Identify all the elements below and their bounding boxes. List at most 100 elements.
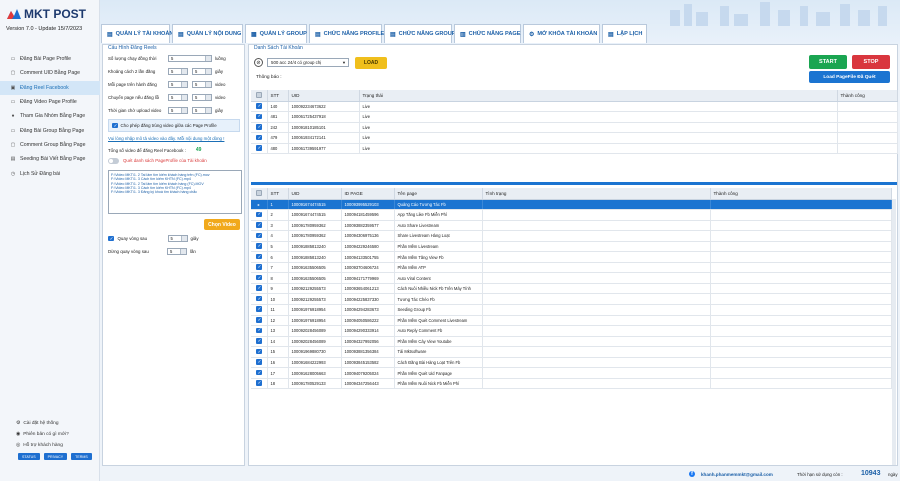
video-file-item[interactable]: F:\Video MKT\1. 3 Đăng ký khoá tìm khách… [111, 190, 239, 194]
table-row[interactable]: 140100092234673622Live [251, 101, 898, 113]
sidebar-item-dang-reel[interactable]: ▣ Đăng Reel Facebook [0, 80, 100, 95]
tab-quan-ly-noi-dung[interactable]: ▤ QUẢN LÝ NỘI DUNG [172, 24, 243, 43]
sidebar-item-dang-video[interactable]: ▭ Đăng Video Page Profile [0, 95, 100, 109]
select-all-checkbox-header[interactable] [251, 188, 268, 200]
row-checkbox[interactable] [256, 103, 262, 109]
row-checkbox[interactable] [256, 338, 262, 344]
privacy-badge[interactable]: PRIVACY [43, 453, 68, 460]
sidebar-item-lich-su[interactable]: ◷ Lịch Sử Đăng bài [0, 166, 100, 180]
row-checkbox-cell[interactable] [251, 336, 268, 348]
table-row[interactable]: 12100091976918954100094050586222Phần Mềm… [251, 315, 892, 327]
panel-splitter[interactable] [251, 182, 897, 185]
tab-mo-khoa-tai-khoan[interactable]: ⚙ MỞ KHÓA TÀI KHOẢN [523, 24, 600, 43]
row-checkbox[interactable] [256, 317, 262, 323]
row-checkbox[interactable] [256, 254, 262, 260]
account-group-select[interactable]: 500 acc 24/4 có group chị ▼ [267, 58, 349, 67]
row-checkbox[interactable] [256, 264, 262, 270]
row-checkbox-cell[interactable] [251, 209, 268, 221]
choose-video-button[interactable]: Chọn Video [204, 219, 240, 230]
table-row[interactable]: 14100092028456089100094327992056Phần Mềm… [251, 336, 892, 348]
row-checkbox[interactable] [256, 380, 262, 386]
page-table-scrollbar[interactable] [892, 199, 896, 465]
column-header[interactable]: Thành công [710, 188, 892, 200]
support-link[interactable]: ◎ Hỗ trợ khách hàng [16, 440, 69, 451]
row-checkbox[interactable] [256, 370, 262, 376]
tab-chuc-nang-profile[interactable]: ▤ CHỨC NĂNG PROFILE [309, 24, 384, 43]
description-guide-link[interactable]: Vui lòng nhập mô tả video vào đây. Mỗi n… [108, 136, 224, 141]
row-checkbox[interactable] [256, 349, 262, 355]
video-file-list[interactable]: F:\Video MKT\1. 2 Tai lâm tìm kiếm khách… [108, 170, 242, 214]
stop-loop-input[interactable]: 5 [167, 248, 187, 255]
status-badge[interactable]: STATUS [18, 453, 40, 460]
row-checkbox[interactable] [256, 233, 262, 239]
table-row[interactable]: 8100091635506505100094171779969Auto Vira… [251, 272, 892, 284]
table-row[interactable]: 16100091684222993100093845153582Cách Đăn… [251, 357, 892, 369]
row-checkbox[interactable] [256, 211, 262, 218]
table-row[interactable]: 3100091780959362100093882359577Auto Shar… [251, 220, 892, 232]
table-row[interactable]: 7100091635506505100093704606724Phần Mềm … [251, 262, 892, 274]
sidebar-item-tham-gia-nhom[interactable]: ● Tham Gia Nhóm Bằng Page [0, 109, 100, 123]
table-row[interactable]: 2100091674474515100094181459596App Tăng … [251, 209, 892, 221]
tab-lap-lich[interactable]: ▤ LẬP LỊCH [602, 24, 647, 43]
loop-input[interactable]: 5 [167, 235, 188, 242]
upload-wait-min-input[interactable]: 5 [168, 107, 188, 114]
column-header[interactable]: UID [288, 90, 360, 102]
row-checkbox[interactable] [256, 296, 262, 302]
table-row[interactable]: 9100092129255573100093654061213Cách Nuôi… [251, 283, 892, 295]
row-checkbox[interactable] [256, 113, 262, 120]
row-checkbox-cell[interactable] [251, 325, 268, 337]
table-row[interactable]: 6100091885813240100094133501755Phần Mềm … [251, 251, 892, 263]
row-checkbox[interactable] [256, 359, 262, 365]
row-checkbox-cell[interactable] [251, 283, 268, 295]
row-checkbox-cell[interactable] [251, 262, 268, 274]
column-header[interactable]: STT [267, 188, 289, 200]
table-row[interactable]: 17100091628005663100094079205024Phần Mềm… [251, 367, 892, 379]
table-row[interactable]: 479100061934172141Live [251, 132, 898, 144]
upload-wait-max-input[interactable]: 5 [192, 107, 212, 114]
table-row[interactable]: 5100091885813240100094229246580Phần Mềm … [251, 241, 892, 253]
threads-input[interactable]: 5 [168, 55, 212, 62]
per-page-min-input[interactable]: 5 [168, 81, 188, 88]
row-checkbox[interactable] [256, 285, 262, 291]
row-checkbox[interactable] [256, 124, 262, 130]
table-row[interactable]: 4100091780959362100094306975136Share Liv… [251, 230, 892, 242]
row-checkbox-cell[interactable] [251, 251, 268, 263]
facebook-icon[interactable]: f [689, 471, 695, 477]
start-button[interactable]: START [809, 55, 847, 69]
table-row[interactable]: 11100091976918954100094294283673Seeding … [251, 304, 892, 316]
allow-duplicate-row[interactable]: Cho phép đăng trùng video giữa các Page … [108, 119, 240, 132]
table-row[interactable]: ▸ 1 100091674474515 100093995529103 Quảng Cá… [251, 199, 892, 211]
row-checkbox-cell[interactable] [251, 367, 268, 379]
select-all-checkbox[interactable] [256, 92, 262, 98]
sidebar-item-dang-bai-group[interactable]: ▭ Đăng Bài Group Bằng Page [0, 123, 100, 137]
row-checkbox-cell[interactable] [251, 293, 268, 305]
row-checkbox[interactable] [256, 327, 262, 334]
row-checkbox[interactable] [256, 135, 262, 141]
load-pagefile-button[interactable]: Load PageFile Đã Quét [809, 71, 890, 83]
row-checkbox[interactable] [256, 222, 262, 228]
table-row[interactable]: 13100092028456089100094290333914Auto Rep… [251, 325, 892, 337]
tab-chuc-nang-group[interactable]: ▤ CHỨC NĂNG GROUP [384, 24, 456, 43]
sidebar-item-seeding[interactable]: ▤ Seeding Bài Viết Bằng Page [0, 152, 100, 166]
table-row[interactable]: 15100091969880730100093881356384Tải Mkts… [251, 346, 892, 358]
scan-pageprofile-toggle[interactable] [108, 158, 119, 164]
row-checkbox-cell[interactable] [251, 220, 268, 232]
column-header[interactable]: Thành công [837, 90, 898, 102]
column-header[interactable]: Tên page [394, 188, 483, 200]
settings-link[interactable]: ⚙ Cài đặt hệ thống [16, 418, 69, 429]
row-checkbox-cell[interactable] [251, 304, 268, 316]
row-checkbox-cell[interactable]: ▸ [251, 199, 268, 211]
column-header[interactable]: STT [267, 90, 289, 102]
select-all-checkbox-header[interactable] [251, 90, 268, 102]
column-header[interactable]: Tình trạng [482, 188, 711, 200]
switch-min-input[interactable]: 5 [168, 94, 188, 101]
table-row[interactable]: 10100092129255573100094225837330Tương Tá… [251, 293, 892, 305]
table-row[interactable]: 242100091810185101Live [251, 122, 898, 134]
terms-badge[interactable]: TERMS [71, 453, 92, 460]
filter-icon[interactable]: ⊘ [254, 58, 263, 67]
row-checkbox[interactable] [256, 145, 262, 151]
row-checkbox-cell[interactable] [251, 346, 268, 358]
row-checkbox[interactable] [256, 306, 262, 312]
sidebar-item-comment-group[interactable]: ▢ Comment Group Bằng Page [0, 138, 100, 152]
row-checkbox-cell[interactable] [251, 378, 268, 390]
